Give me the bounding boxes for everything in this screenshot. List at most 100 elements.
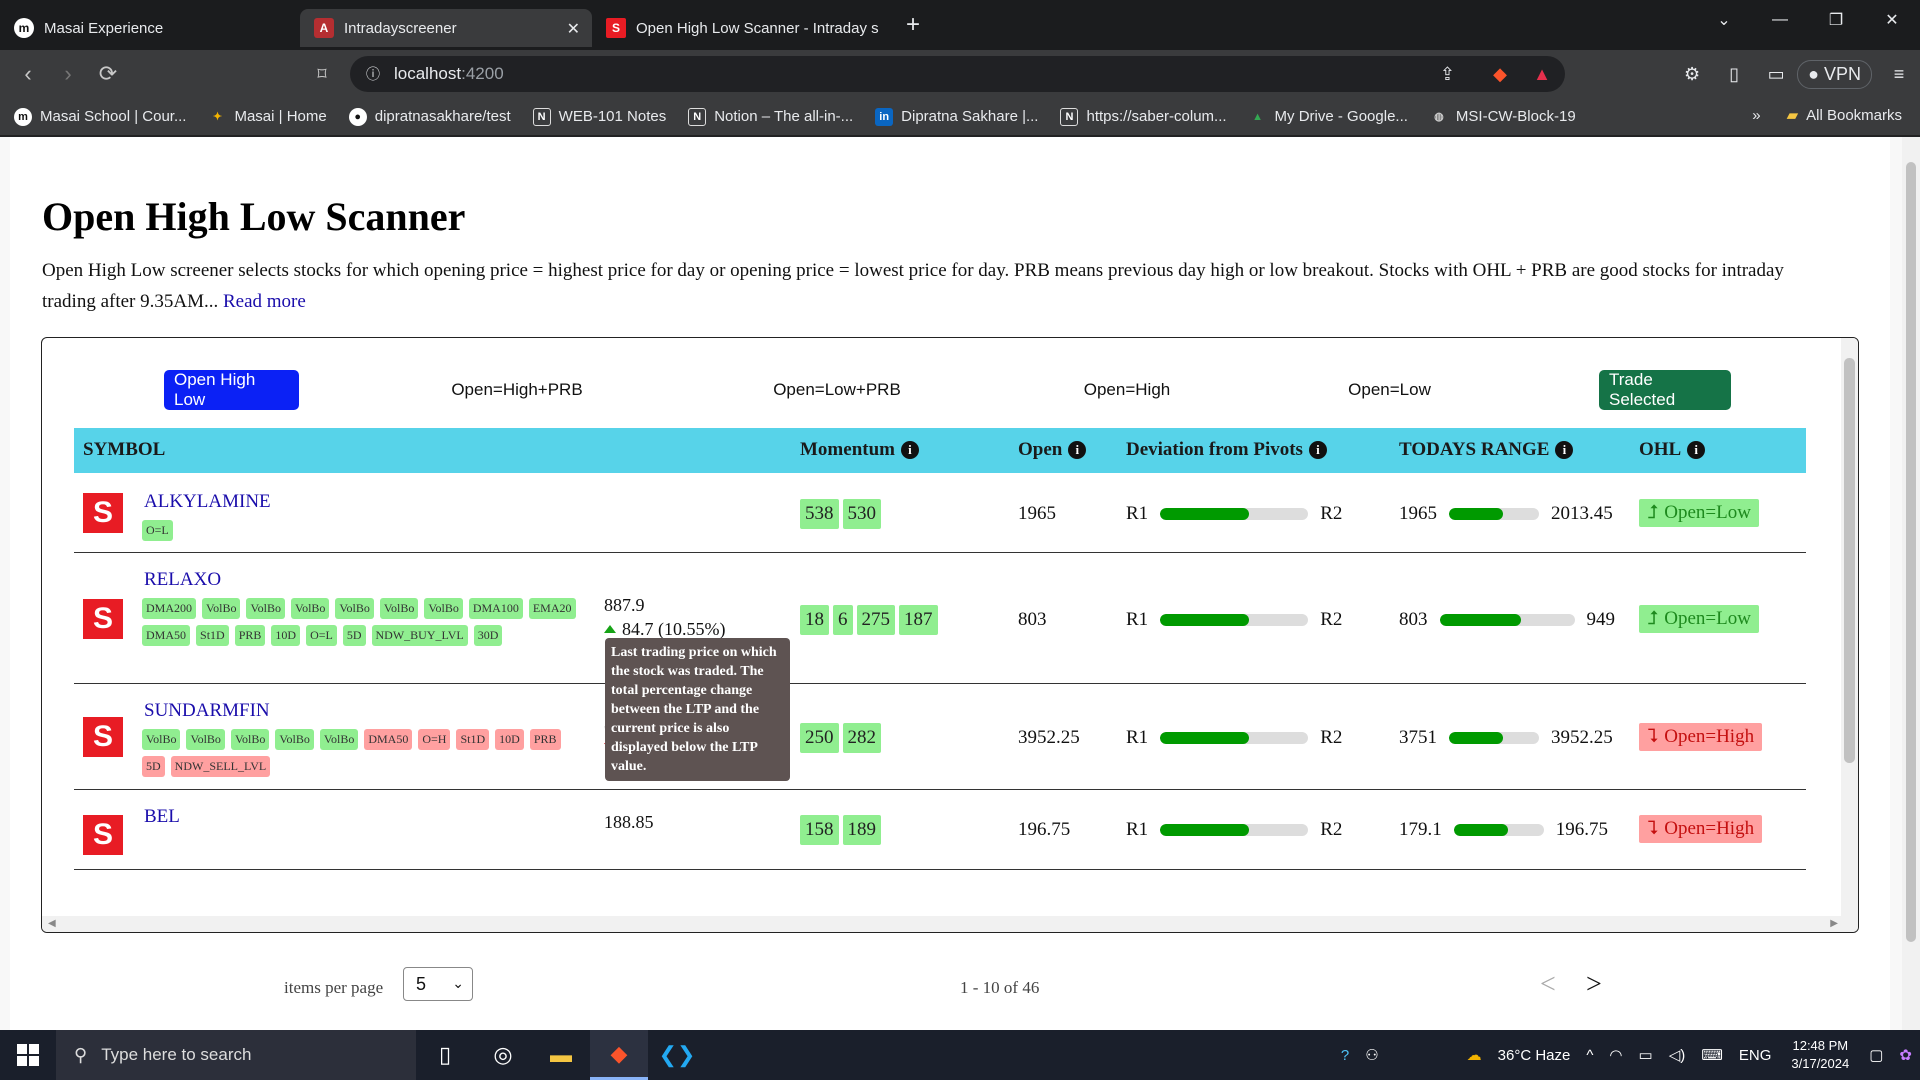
extensions-icon[interactable]: ⚙ [1671, 64, 1713, 85]
trade-selected-button[interactable]: Trade Selected [1599, 370, 1731, 410]
brave-browser-icon[interactable]: ◆ [590, 1030, 648, 1080]
info-icon[interactable]: i [1687, 441, 1706, 459]
vscode-icon[interactable]: ❮❯ [648, 1030, 706, 1080]
close-tab-icon[interactable]: ✕ [567, 19, 580, 39]
filter-open-high-low[interactable]: Open High Low [164, 370, 299, 410]
bookmark-item[interactable]: m Masai School | Cour... [14, 107, 186, 126]
task-view-icon[interactable]: ▯ [416, 1030, 474, 1080]
symbol-link[interactable]: RELAXO [144, 569, 221, 591]
signal-tag: VolBo [424, 598, 463, 619]
read-more-link[interactable]: Read more [223, 291, 306, 312]
info-icon[interactable]: i [1555, 441, 1574, 459]
column-label: Open [1018, 439, 1063, 460]
people-icon[interactable]: ⚇ [1365, 1046, 1378, 1064]
momentum-value: 538 [800, 499, 839, 529]
symbol-link[interactable]: ALKYLAMINE [144, 491, 271, 513]
chevron-up-icon[interactable]: ^ [1586, 1047, 1593, 1064]
table-row[interactable]: S BEL 188.85 158 189 196.75 R1 R2 179.1 196.75 ⮧ Op… [74, 790, 1806, 870]
battery-icon[interactable]: ▭ [1639, 1046, 1653, 1064]
scroll-left-icon[interactable]: ◀ [48, 918, 56, 929]
menu-icon[interactable]: ≡ [1878, 64, 1920, 85]
restore-icon[interactable]: ❐ [1808, 0, 1864, 40]
bookmark-item[interactable]: Nhttps://saber-colum... [1060, 107, 1227, 126]
page-vertical-scrollbar[interactable] [1902, 137, 1920, 1030]
info-icon[interactable]: i [1068, 441, 1087, 459]
minimize-icon[interactable]: — [1752, 0, 1808, 40]
scroll-right-icon[interactable]: ▶ [1830, 918, 1838, 929]
bookmark-icon[interactable]: ⌑ [302, 64, 342, 85]
signal-tag: VolBo [319, 729, 359, 750]
brave-shield-icon[interactable]: ◆ [1493, 64, 1507, 85]
vpn-button[interactable]: ● VPN [1797, 59, 1872, 89]
bookmark-item[interactable]: ◍ MSI-CW-Block-19 [1430, 108, 1576, 126]
volume-icon[interactable]: ◁) [1669, 1046, 1686, 1064]
bookmark-item[interactable]: ✦ Masai | Home [208, 108, 327, 126]
help-icon[interactable]: ? [1341, 1047, 1349, 1064]
file-explorer-icon[interactable]: ▬ [532, 1030, 590, 1080]
column-open[interactable]: Open i [1018, 439, 1087, 461]
close-window-icon[interactable]: ✕ [1864, 0, 1920, 40]
items-per-page-select[interactable]: 5 ⌄ [403, 967, 473, 1001]
table-row[interactable]: S ALKYLAMINE O=L 538 530 1965 R1 R2 1965 2013.45 ⮥… [74, 473, 1806, 553]
keyboard-icon[interactable]: ⌨ [1701, 1046, 1723, 1064]
start-button[interactable] [0, 1030, 56, 1080]
column-ohl[interactable]: OHL i [1639, 439, 1706, 461]
copilot-icon[interactable]: ✿ [1899, 1046, 1912, 1064]
range-bar [1449, 508, 1539, 520]
range-bar-fill [1449, 732, 1503, 744]
language-indicator[interactable]: ENG [1739, 1047, 1772, 1064]
tab-search-icon[interactable]: ⌄ [1696, 0, 1752, 40]
symbol-link[interactable]: SUNDARMFIN [144, 700, 270, 722]
sidebar-icon[interactable]: ▯ [1713, 64, 1755, 85]
info-icon[interactable]: i [1308, 441, 1327, 459]
new-tab-icon[interactable]: + [906, 11, 920, 39]
column-todays-range[interactable]: TODAYS RANGE i [1399, 439, 1574, 461]
bookmark-item[interactable]: N WEB-101 Notes [532, 107, 666, 126]
table-vertical-scrollbar[interactable] [1841, 338, 1858, 932]
tab-intradayscreener[interactable]: A Intradayscreener ✕ [300, 9, 592, 47]
symbol-link[interactable]: BEL [144, 806, 180, 828]
next-page-icon[interactable]: > [1586, 969, 1602, 1001]
forward-icon[interactable]: › [48, 61, 88, 87]
scroll-thumb[interactable] [1844, 358, 1855, 763]
filter-open-low[interactable]: Open=Low [1337, 370, 1442, 410]
back-icon[interactable]: ‹ [8, 61, 48, 87]
all-bookmarks[interactable]: » ▰ All Bookmarks [1752, 106, 1902, 125]
filter-open-low-prb[interactable]: Open=Low+PRB [767, 370, 907, 410]
info-icon[interactable]: i [900, 441, 919, 459]
taskbar-search[interactable]: ⚲ Type here to search [56, 1030, 416, 1080]
site-info-icon[interactable]: ⓘ [366, 64, 380, 84]
address-bar-row: ‹ › ⟳ ⌑ ⓘ localhost:4200 ⇪ ◆ ▲ ⚙ ▯ ▭ ● V… [0, 50, 1920, 98]
bookmark-label: dipratnasakhare/test [374, 108, 511, 125]
share-icon[interactable]: ⇪ [1440, 64, 1455, 85]
column-momentum[interactable]: Momentum i [800, 439, 919, 461]
ltp-value: 887.9 [604, 594, 645, 615]
app-icon[interactable]: ◎ [474, 1030, 532, 1080]
filter-open-high-prb[interactable]: Open=High+PRB [447, 370, 587, 410]
table-row[interactable]: S SUNDARMFIN VolBo VolBo VolBo VolBo VolBo DMA5… [74, 684, 1806, 790]
bookmark-item[interactable]: in Dipratna Sakhare |... [875, 107, 1038, 126]
table-horizontal-scrollbar[interactable]: ◀ ▶ [42, 916, 1842, 932]
network-icon[interactable]: ◠ [1609, 1046, 1622, 1064]
notifications-icon[interactable]: ▢ [1869, 1046, 1883, 1064]
tab-open-high-low-scanner[interactable]: S Open High Low Scanner - Intraday s [592, 9, 902, 47]
brave-rewards-icon[interactable]: ▲ [1533, 64, 1551, 85]
wallet-icon[interactable]: ▭ [1755, 64, 1797, 85]
clock[interactable]: 12:48 PM 3/17/2024 [1791, 1037, 1849, 1073]
reload-icon[interactable]: ⟳ [88, 61, 128, 87]
bookmark-item[interactable]: N Notion – The all-in-... [688, 107, 853, 126]
pivot-high-label: R2 [1320, 608, 1343, 630]
masai-icon: m [14, 18, 34, 38]
column-deviation[interactable]: Deviation from Pivots i [1126, 439, 1327, 461]
weather-icon[interactable]: ☁ [1467, 1046, 1482, 1064]
bookmark-item[interactable]: ● dipratnasakhare/test [348, 107, 511, 126]
previous-page-icon[interactable]: < [1540, 969, 1556, 1001]
weather-text[interactable]: 36°C Haze [1498, 1047, 1571, 1064]
url-input[interactable]: ⓘ localhost:4200 ⇪ ◆ ▲ [350, 56, 1565, 92]
filter-open-high[interactable]: Open=High [1072, 370, 1182, 410]
scroll-thumb[interactable] [1906, 162, 1916, 942]
tab-masai-experience[interactable]: m Masai Experience [0, 9, 300, 47]
table-row[interactable]: S RELAXO DMA200 VolBo VolBo VolBo VolBo VolBo Vo… [74, 553, 1806, 684]
bookmark-item[interactable]: ▲ My Drive - Google... [1249, 108, 1408, 126]
more-bookmarks-icon[interactable]: » [1752, 107, 1760, 124]
